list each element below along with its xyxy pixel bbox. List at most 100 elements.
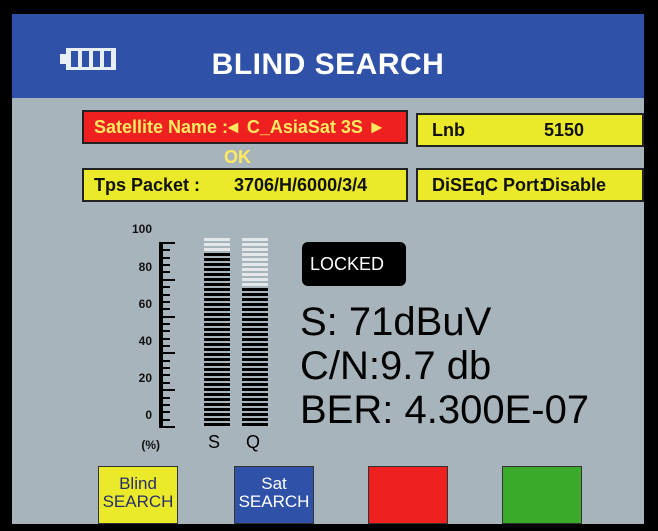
level-segment (204, 408, 230, 411)
level-segment (242, 283, 268, 286)
level-segment (242, 373, 268, 376)
signal-strength-readout: S: 71dBuV (300, 300, 492, 344)
level-segment (242, 303, 268, 306)
scale-tick (163, 316, 175, 318)
level-segment (242, 353, 268, 356)
tps-packet-field[interactable]: Tps Packet : 3706/H/6000/3/4 (82, 168, 408, 202)
diseqc-port-field[interactable]: DiSEqC Port: Disable (416, 168, 644, 202)
quality-bar-label: Q (246, 432, 261, 452)
level-segment (242, 328, 268, 331)
level-segment (204, 423, 230, 426)
level-segment (242, 278, 268, 281)
scale-tick (163, 338, 170, 340)
level-segment (242, 318, 268, 321)
level-segment (204, 358, 230, 361)
level-segment (242, 268, 268, 271)
level-segment (204, 398, 230, 401)
scale-tick (163, 367, 170, 369)
level-segment (242, 288, 268, 291)
level-segment (204, 348, 230, 351)
level-segment (242, 293, 268, 296)
scale-axis (159, 242, 163, 428)
blind-search-button[interactable]: Blind SEARCH (98, 466, 178, 524)
green-function-button[interactable] (502, 466, 582, 524)
level-segment (242, 423, 268, 426)
level-segment (204, 378, 230, 381)
level-segment (242, 358, 268, 361)
scale-tick (163, 382, 170, 384)
level-segment (242, 368, 268, 371)
scale-tick (163, 308, 170, 310)
lnb-field[interactable]: Lnb 5150 (416, 113, 644, 147)
scale-tick (163, 323, 170, 325)
level-segment (242, 253, 268, 256)
level-segment (204, 243, 230, 246)
scale-label-40: 40 (138, 334, 152, 348)
lnb-label: Lnb (432, 120, 465, 140)
level-segment (204, 238, 230, 241)
level-segment (204, 328, 230, 331)
scale-label-0: 0 (145, 408, 152, 422)
sat-search-line1: Sat (261, 474, 287, 493)
level-segment (242, 408, 268, 411)
red-function-button[interactable] (368, 466, 448, 524)
level-segment (204, 288, 230, 291)
scale-tick (163, 389, 175, 391)
level-segment (204, 353, 230, 356)
diseqc-port-value: Disable (542, 175, 607, 195)
scale-label-80: 80 (138, 260, 152, 274)
scale-tick (163, 404, 170, 406)
level-segment (204, 338, 230, 341)
level-segment (204, 268, 230, 271)
scale-tick (163, 330, 170, 332)
level-segment (204, 303, 230, 306)
level-segment (242, 343, 268, 346)
level-segment (204, 333, 230, 336)
scale-tick (163, 352, 175, 354)
level-segment (204, 393, 230, 396)
level-segment (242, 323, 268, 326)
tps-packet-value: 3706/H/6000/3/4 (234, 175, 368, 195)
level-segment (204, 388, 230, 391)
level-segment (242, 308, 268, 311)
scale-tick (163, 345, 170, 347)
cn-ratio-readout: C/N:9.7 db (300, 344, 492, 388)
level-segment (242, 363, 268, 366)
scale-tick (163, 419, 170, 421)
level-segment (242, 263, 268, 266)
scale-tick (163, 426, 175, 428)
level-segment (204, 253, 230, 256)
level-segment (242, 418, 268, 421)
scale-tick (163, 249, 170, 251)
scale-unit: (%) (141, 438, 160, 452)
scale-tick (163, 360, 170, 362)
lock-status: LOCKED (302, 242, 406, 286)
level-segment (242, 248, 268, 251)
level-segment (242, 383, 268, 386)
satellite-name-field[interactable]: Satellite Name : ◄ C_AsiaSat 3S ► OK (82, 110, 408, 167)
level-segment (204, 273, 230, 276)
ber-readout: BER: 4.300E-07 (300, 388, 590, 432)
scale-tick (163, 279, 175, 281)
lnb-value: 5150 (544, 120, 585, 140)
level-segment (204, 343, 230, 346)
blind-search-line2: SEARCH (102, 492, 174, 511)
scale-tick (163, 286, 170, 288)
level-segment (204, 368, 230, 371)
level-segment (204, 318, 230, 321)
level-segment (242, 338, 268, 341)
level-segment (242, 313, 268, 316)
level-segment (242, 388, 268, 391)
scale-tick (163, 294, 170, 296)
level-segment (242, 398, 268, 401)
level-segment (242, 348, 268, 351)
sat-search-button[interactable]: Sat SEARCH (234, 466, 314, 524)
header-bar: BLIND SEARCH (12, 14, 644, 98)
tv-screen: BLIND SEARCH Satellite Name : ◄ C_AsiaSa… (12, 14, 644, 524)
scale-tick (163, 397, 170, 399)
scale-label-20: 20 (138, 371, 152, 385)
level-segment (204, 278, 230, 281)
signal-bar-label: S (208, 432, 221, 452)
level-segment (204, 323, 230, 326)
scale-tick (163, 301, 170, 303)
